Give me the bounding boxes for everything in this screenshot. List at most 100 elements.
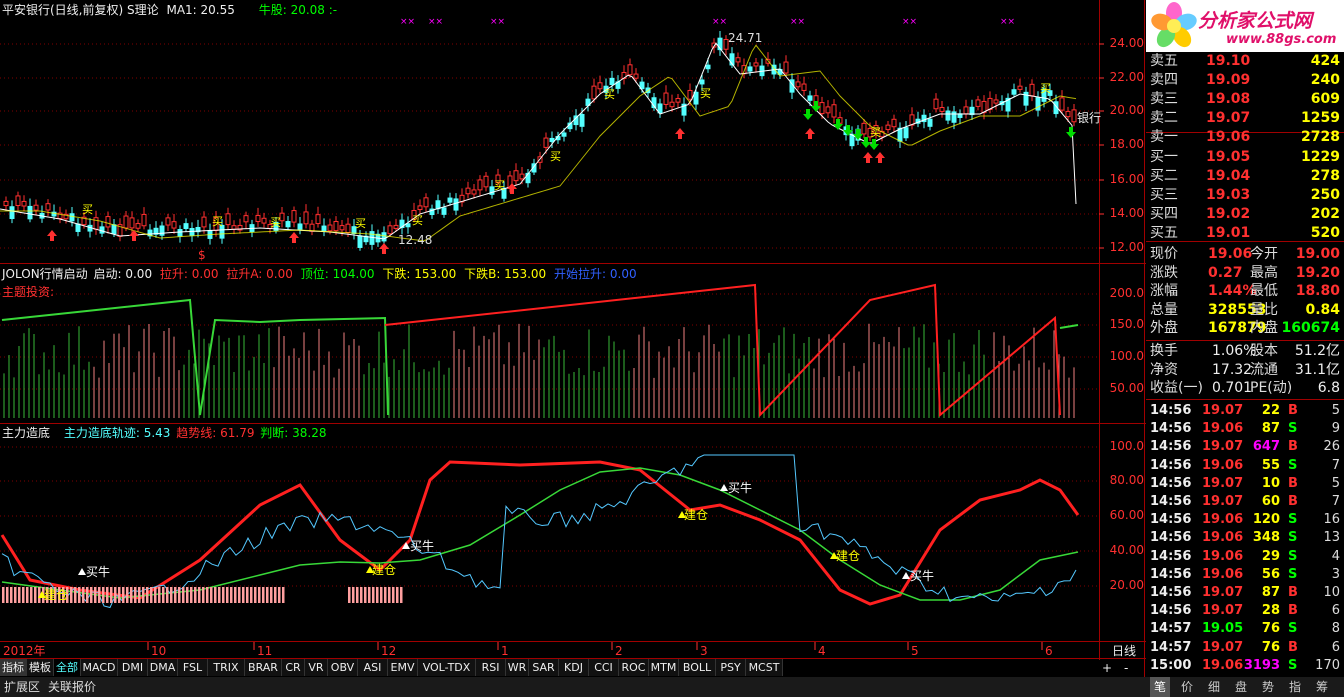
- tab-emv[interactable]: EMV: [388, 659, 418, 676]
- guiji-value: 主力造底轨迹: 5.43: [63, 426, 171, 440]
- bottom-signal-bar: [372, 587, 375, 603]
- candle: [561, 132, 567, 137]
- jiancang-signal-label: 建仓: [372, 563, 397, 577]
- right-tab-3[interactable]: 盘: [1231, 677, 1251, 697]
- bottom-signal-bar: [226, 587, 229, 603]
- tick-count: 26: [1323, 439, 1340, 455]
- quote-row: 外盘 167879 内盘 160674: [1146, 319, 1342, 337]
- zoom-out-button[interactable]: -: [1124, 659, 1128, 677]
- price-panel-header: 平安银行(日线,前复权) S理论 MA1: 20.55 牛股: 20.08 :-: [2, 3, 337, 17]
- right-tab-0[interactable]: 笔: [1150, 677, 1170, 697]
- bottom-signal-bar: [170, 587, 173, 603]
- zoom-in-button[interactable]: +: [1102, 659, 1112, 677]
- jolon-tick-label: 150.0: [1109, 317, 1144, 331]
- candle: [447, 197, 453, 203]
- signal-x-marker: ××: [790, 17, 805, 27]
- tab-kdj[interactable]: KDJ: [559, 659, 589, 676]
- bottom-signal-bar: [388, 587, 391, 603]
- panduan-value: 判断: 38.28: [260, 426, 327, 440]
- bottom-signal-bar: [266, 587, 269, 603]
- tick-volume: 55: [1261, 457, 1280, 473]
- tab-trix[interactable]: TRIX: [208, 659, 245, 676]
- tab-roc[interactable]: ROC: [619, 659, 649, 676]
- tab-全部[interactable]: 全部: [54, 659, 81, 676]
- bottom-signal-bar: [118, 587, 121, 603]
- right-tab-5[interactable]: 指: [1285, 677, 1305, 697]
- right-tab-4[interactable]: 势: [1258, 677, 1278, 697]
- tab-obv[interactable]: OBV: [328, 659, 358, 676]
- candle: [699, 79, 705, 85]
- candle: [609, 77, 615, 85]
- tick-count: 6: [1331, 639, 1340, 655]
- tab-macd[interactable]: MACD: [81, 659, 118, 676]
- tick-row: 14:56 19.07 647 B 26: [1146, 438, 1342, 456]
- signal-x-marker: ××: [902, 17, 917, 27]
- tab-sar[interactable]: SAR: [529, 659, 559, 676]
- quote-row: 总量 328553 量比 0.84: [1146, 301, 1342, 319]
- tab-rsi[interactable]: RSI: [476, 659, 506, 676]
- bottom-signal-bar: [26, 587, 29, 603]
- stock-chart-area[interactable]: ×× ×× ×× ×× ×× ×× ××买买买买买买买买 买买买: [0, 0, 1146, 677]
- lashengA-value: 拉升A: 0.00: [226, 267, 293, 281]
- candle: [15, 195, 21, 207]
- buy-arrow-icon: [289, 232, 299, 243]
- tab-boll[interactable]: BOLL: [679, 659, 716, 676]
- month-label: 5: [911, 644, 919, 658]
- bid-price: 19.02: [1206, 206, 1251, 222]
- tab-vol-tdx[interactable]: VOL-TDX: [418, 659, 476, 676]
- tab-cr[interactable]: CR: [282, 659, 305, 676]
- zaodi-tick-label: 40.00: [1109, 543, 1144, 557]
- tick-row: 14:56 19.07 28 B 6: [1146, 602, 1342, 620]
- zoom-controls: + -: [1100, 659, 1144, 677]
- bottom-signal-bar: [270, 587, 273, 603]
- tab-vr[interactable]: VR: [305, 659, 328, 676]
- tab-mtm[interactable]: MTM: [649, 659, 679, 676]
- candle: [261, 217, 267, 224]
- price-tick-label: 24.00: [1109, 36, 1144, 50]
- mainiu-signal-label: 买牛: [86, 565, 111, 579]
- green-step-line: [1, 298, 389, 416]
- bottom-tab-1[interactable]: 关联报价: [48, 679, 96, 695]
- right-tab-1[interactable]: 价: [1177, 677, 1197, 697]
- bottom-signal-bar: [154, 587, 157, 603]
- zaodi-tick-label: 100.0: [1109, 439, 1144, 453]
- tab-cci[interactable]: CCI: [589, 659, 619, 676]
- quote-row: 涨跌 0.27 最高 19.20: [1146, 264, 1342, 282]
- tab-asi[interactable]: ASI: [358, 659, 388, 676]
- quote-label: 外盘: [1150, 320, 1178, 336]
- tick-side: B: [1288, 439, 1298, 455]
- quote-value: 160674: [1281, 320, 1340, 336]
- right-tab-2[interactable]: 细: [1204, 677, 1224, 697]
- tab-dma[interactable]: DMA: [148, 659, 178, 676]
- tick-price: 19.07: [1202, 585, 1244, 600]
- tab-模板[interactable]: 模板: [27, 659, 54, 676]
- bid-label: 买五: [1150, 225, 1178, 241]
- fundamental-row: 净资 17.32 流通 31.1亿: [1146, 361, 1342, 379]
- bottom-signal-bar: [392, 587, 395, 603]
- tab-fsl[interactable]: FSL: [178, 659, 208, 676]
- bottom-signal-bar: [90, 587, 93, 603]
- xiadie-value: 下跌: 153.00: [382, 267, 457, 281]
- tab-brar[interactable]: BRAR: [245, 659, 282, 676]
- candle: [543, 137, 549, 148]
- bottom-signal-bar: [158, 587, 161, 603]
- tick-row: 14:56 19.06 348 S 13: [1146, 529, 1342, 547]
- tab-指标[interactable]: 指标: [0, 659, 27, 676]
- tab-dmi[interactable]: DMI: [118, 659, 148, 676]
- tick-price: 19.06: [1202, 457, 1244, 473]
- mainiu-signal-label: 买牛: [728, 481, 753, 495]
- tab-mcst[interactable]: MCST: [746, 659, 783, 676]
- bottom-tab-0[interactable]: 扩展区: [4, 679, 40, 695]
- tab-wr[interactable]: WR: [506, 659, 529, 676]
- tick-price: 19.06: [1202, 657, 1244, 673]
- candle: [597, 82, 603, 90]
- candle: [45, 203, 51, 211]
- bottom-signal-bar: [384, 587, 387, 603]
- ask-label: 卖一: [1150, 129, 1178, 145]
- buy-arrow-icon: [863, 152, 873, 163]
- right-tab-6[interactable]: 筹: [1312, 677, 1332, 697]
- tab-psy[interactable]: PSY: [716, 659, 746, 676]
- candle: [453, 198, 459, 211]
- candle: [951, 111, 957, 123]
- tick-time: 14:56: [1150, 548, 1192, 564]
